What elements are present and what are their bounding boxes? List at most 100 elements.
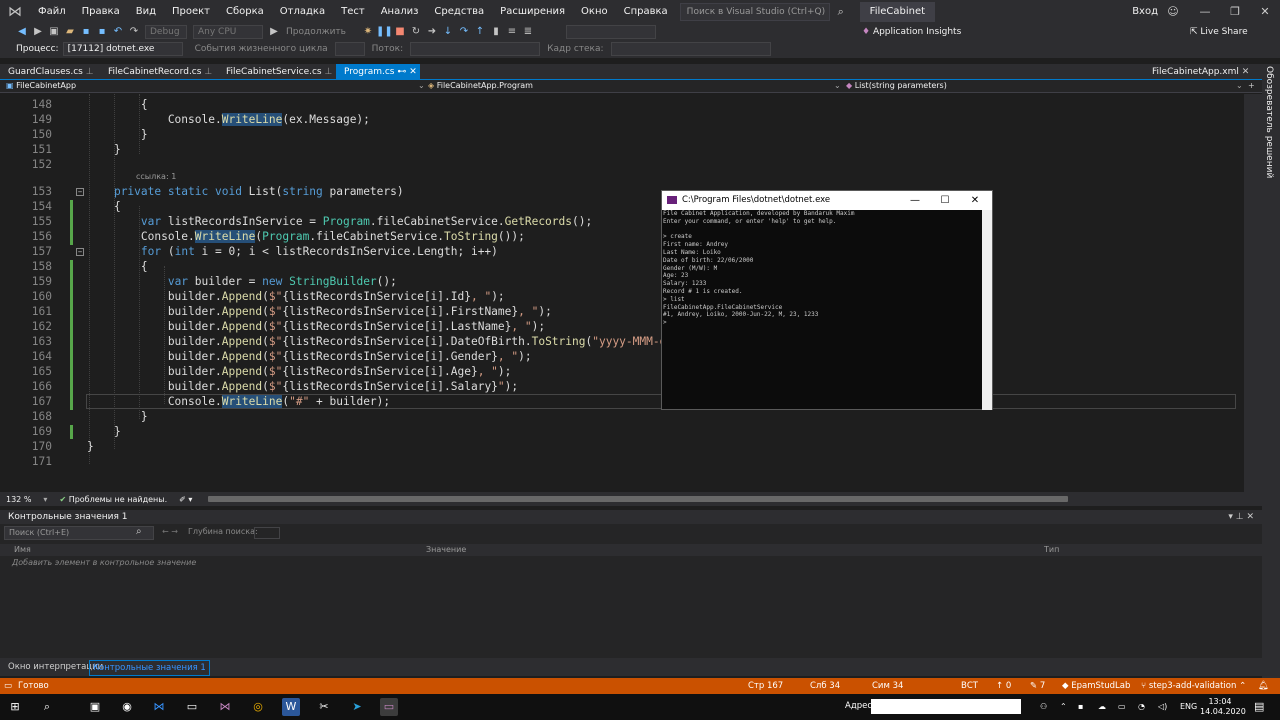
step-out-icon[interactable]: ↑ — [472, 25, 488, 39]
search-depth-select[interactable] — [254, 527, 280, 539]
code-line[interactable]: { — [87, 200, 121, 213]
errors-indicator[interactable]: ↑ 0 — [996, 678, 1011, 694]
show-next-icon[interactable]: ➜ — [424, 25, 440, 39]
menu-view[interactable]: Вид — [128, 0, 164, 24]
class-dropdown[interactable]: ◈ FileCabinetApp.Program — [428, 80, 533, 92]
step-over-icon[interactable]: ↷ — [456, 25, 472, 39]
forward-icon[interactable]: ▶ — [30, 25, 46, 39]
brush-icon[interactable]: ✐ ▾ — [173, 495, 198, 504]
code-line[interactable]: } — [87, 440, 94, 453]
menu-edit[interactable]: Правка — [74, 0, 128, 24]
global-search-input[interactable]: Поиск в Visual Studio (Ctrl+Q) — [679, 3, 830, 21]
menu-file[interactable]: Файл — [30, 0, 74, 24]
branch-indicator[interactable]: ⑂ step3-add-validation ⌃ — [1141, 678, 1246, 694]
pin-icon[interactable]: ⊥ — [86, 67, 94, 77]
column-type[interactable]: Тип — [1044, 544, 1059, 556]
code-line[interactable]: builder.Append($"{listRecordsInService[i… — [87, 380, 518, 393]
signin-link[interactable]: Вход — [1132, 0, 1158, 24]
account-icon[interactable]: ☺ — [1158, 0, 1188, 24]
console-output[interactable]: File Cabinet Application, developed by B… — [662, 210, 984, 410]
address-toolbar-input[interactable] — [871, 699, 1021, 714]
menu-project[interactable]: Проект — [164, 0, 218, 24]
find-combo[interactable] — [565, 25, 656, 39]
project-dropdown[interactable]: ▣ FileCabinetApp — [6, 80, 76, 92]
code-line[interactable]: builder.Append($"{listRecordsInService[i… — [87, 305, 552, 318]
code-line[interactable]: builder.Append($"{listRecordsInService[i… — [87, 290, 505, 303]
continue-button[interactable]: Продолжить — [282, 27, 350, 37]
code-line[interactable]: } — [87, 143, 121, 156]
console-task-icon[interactable]: ▭ — [380, 698, 398, 716]
stop-icon[interactable]: ■ — [392, 25, 408, 39]
editor-vertical-scrollbar[interactable] — [1244, 94, 1262, 506]
status-column[interactable]: Слб 34 — [810, 678, 840, 694]
console-minimize-icon[interactable]: — — [900, 191, 930, 210]
windows-start-icon[interactable]: ⊞ — [6, 698, 24, 716]
close-tab-icon[interactable]: ✕ — [1242, 67, 1250, 77]
pin-icon[interactable]: ⊥ — [324, 67, 332, 77]
pin-icon[interactable]: ⊥ — [204, 67, 212, 77]
config-select[interactable]: Debug — [145, 25, 187, 39]
code-line[interactable]: builder.Append($"{listRecordsInService[i… — [87, 320, 545, 333]
code-line[interactable]: for (int i = 0; i < listRecordsInService… — [87, 245, 498, 258]
menu-test[interactable]: Тест — [333, 0, 373, 24]
console-titlebar[interactable]: C:\Program Files\dotnet\dotnet.exe — ☐ ✕ — [662, 191, 992, 210]
menu-build[interactable]: Сборка — [218, 0, 272, 24]
search-icon[interactable]: ⌕ — [38, 698, 56, 716]
add-watch-row[interactable]: Добавить элемент в контрольное значение — [12, 556, 196, 569]
problems-indicator[interactable]: ✔ Проблемы не найдены. — [53, 495, 173, 504]
language-indicator[interactable]: ENG — [1180, 694, 1197, 720]
code-line[interactable]: Console.WriteLine(ex.Message); — [87, 113, 370, 126]
continue-icon[interactable]: ▶ — [266, 25, 282, 39]
menu-help[interactable]: Справка — [616, 0, 676, 24]
restore-icon[interactable]: ❐ — [1220, 0, 1250, 24]
new-project-icon[interactable]: ▣ — [46, 25, 62, 39]
solution-explorer-tab[interactable]: Обозреватель решений — [1262, 64, 1280, 678]
restart-icon[interactable]: ↻ — [408, 25, 424, 39]
system-clock[interactable]: 13:04 14.04.2020 — [1200, 697, 1246, 717]
tray-battery-icon[interactable]: ▭ — [1118, 694, 1126, 720]
redo-icon[interactable]: ↷ — [126, 25, 142, 39]
chevron-down-icon[interactable]: ⌄ — [1236, 80, 1243, 92]
column-name[interactable]: Имя — [14, 544, 31, 556]
tab-watch-1[interactable]: Контрольные значения 1 — [89, 660, 210, 676]
back-icon[interactable]: ◀ — [14, 25, 30, 39]
step-into-icon[interactable]: ↓ — [440, 25, 456, 39]
pin-icon[interactable]: ⊷ — [397, 67, 406, 77]
lifecycle-events-button[interactable]: События жизненного цикла — [191, 44, 332, 54]
store-icon[interactable]: ▣ — [86, 698, 104, 716]
search-icon[interactable]: ⌕ — [830, 5, 852, 19]
console-scrollbar[interactable] — [982, 210, 992, 410]
panel-controls-icon[interactable]: ▾ ⊥ ✕ — [1228, 510, 1254, 524]
menu-analyze[interactable]: Анализ — [373, 0, 427, 24]
chrome-icon[interactable]: ◎ — [249, 698, 267, 716]
watch-search-input[interactable]: Поиск (Ctrl+E) — [4, 526, 154, 540]
member-dropdown[interactable]: ◆ List(string parameters) — [846, 80, 947, 92]
status-line[interactable]: Стр 167 — [748, 678, 783, 694]
code-line[interactable]: builder.Append($"{listRecordsInService[i… — [87, 365, 512, 378]
console-window[interactable]: C:\Program Files\dotnet\dotnet.exe — ☐ ✕… — [661, 190, 993, 410]
zoom-level[interactable]: 132 % — [0, 495, 37, 504]
stack-frame-select[interactable] — [610, 42, 771, 56]
uncomment-icon[interactable]: ≣ — [520, 25, 536, 39]
code-line[interactable]: var listRecordsInService = Program.fileC… — [87, 215, 592, 228]
split-icon[interactable]: + — [1248, 80, 1255, 92]
word-icon[interactable]: W — [282, 698, 300, 716]
status-char[interactable]: Сим 34 — [872, 678, 903, 694]
code-line[interactable]: var builder = new StringBuilder(); — [87, 275, 397, 288]
menu-extensions[interactable]: Расширения — [492, 0, 573, 24]
tab-program[interactable]: Program.cs ⊷ ✕ — [336, 64, 420, 80]
tab-guardclauses[interactable]: GuardClauses.cs ⊥ — [0, 64, 100, 80]
save-icon[interactable]: ▪ — [78, 25, 94, 39]
bookmark-icon[interactable]: ▮ — [488, 25, 504, 39]
terminal-icon[interactable]: ▭ — [183, 698, 201, 716]
menu-tools[interactable]: Средства — [426, 0, 492, 24]
code-line[interactable]: } — [87, 410, 148, 423]
code-line[interactable]: builder.Append($"{listRecordsInService[i… — [87, 350, 532, 363]
chevron-down-icon[interactable]: ▾ — [37, 495, 53, 504]
warnings-indicator[interactable]: ✎ 7 — [1030, 678, 1045, 694]
back-forward-icon[interactable]: ← → — [162, 527, 178, 536]
lifecycle-combo[interactable] — [334, 42, 365, 56]
undo-icon[interactable]: ↶ — [110, 25, 126, 39]
tray-chevron-icon[interactable]: ⌃ — [1060, 694, 1067, 720]
telegram-icon[interactable]: ➤ — [348, 698, 366, 716]
